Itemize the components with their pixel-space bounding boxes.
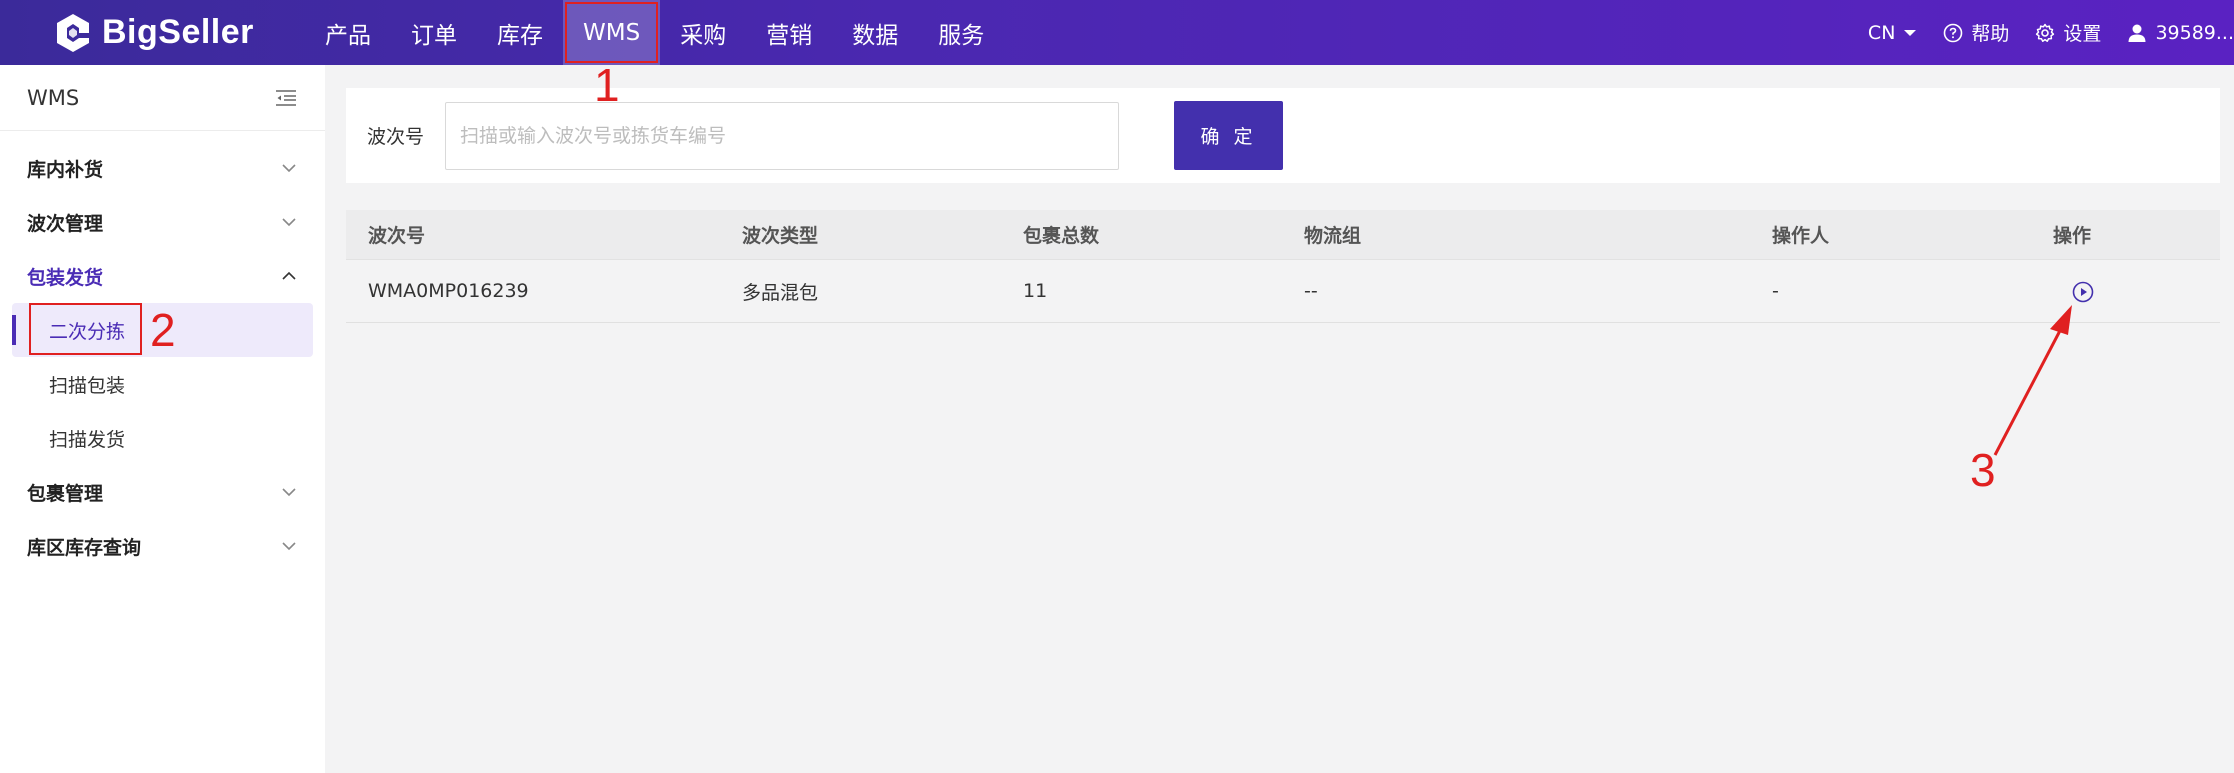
bigseller-logo-icon: [57, 13, 89, 52]
column-header-package-total: 包裹总数: [1023, 225, 1100, 247]
bigseller-logo[interactable]: BigSeller: [52, 10, 254, 55]
column-header-wave-type: 波次类型: [742, 225, 819, 247]
topbar-right: CN 帮助 设置 39589...: [1868, 0, 2234, 65]
sidebar-item-scan-packing[interactable]: 扫描包装: [0, 357, 325, 411]
language-label: CN: [1867, 21, 1896, 44]
user-menu[interactable]: 39589...: [2127, 22, 2234, 44]
column-header-actions: 操作: [2053, 225, 2092, 247]
chevron-down-icon: [282, 542, 296, 551]
table-header: 波次号 波次类型 包裹总数 物流组 操作人 操作: [346, 210, 2220, 260]
annotation-arrow: [1993, 305, 2072, 456]
sidebar-group-zone-stock-query[interactable]: 库区库存查询: [0, 519, 325, 573]
cell-wave-type: 多品混包: [742, 281, 819, 304]
nav-item-orders[interactable]: 订单: [391, 0, 477, 65]
column-header-operator: 操作人: [1772, 225, 1830, 247]
user-icon: [2128, 24, 2146, 42]
wave-search-panel: 波次号 确 定: [346, 88, 2220, 183]
sidebar-group-label: 波次管理: [27, 212, 104, 235]
sidebar-group-label: 包装发货: [27, 266, 104, 289]
annotation-number-1: 1: [594, 59, 620, 111]
nav-item-purchase[interactable]: 采购: [660, 0, 746, 65]
nav-item-inventory[interactable]: 库存: [477, 0, 563, 65]
chevron-down-icon: [282, 488, 296, 497]
wave-table: 波次号 波次类型 包裹总数 物流组 操作人 操作 WMA0MP016239 多品…: [346, 210, 2220, 323]
sidebar-item-scan-shipping[interactable]: 扫描发货: [0, 411, 325, 465]
top-navigation-bar: BigSeller 产品 订单 库存 WMS 采购 营销 数据 服务 CN 帮助: [0, 0, 2234, 65]
sidebar-item-label: 扫描发货: [49, 428, 126, 451]
cell-wave-no: WMA0MP016239: [368, 280, 529, 302]
collapse-menu-icon[interactable]: [275, 89, 297, 107]
annotation-highlight-box: [29, 303, 142, 355]
sidebar: WMS 库内补货 波次管理 包装发货 二次分拣 扫描包装 扫描发货 包裹管理 库…: [0, 65, 325, 773]
main-nav: 产品 订单 库存 WMS 采购 营销 数据 服务: [305, 0, 1004, 65]
wave-number-label: 波次号: [367, 126, 425, 148]
nav-item-marketing[interactable]: 营销: [746, 0, 832, 65]
sidebar-group-package-management[interactable]: 包裹管理: [0, 465, 325, 519]
wave-number-input[interactable]: [445, 102, 1119, 170]
chevron-down-icon: [282, 164, 296, 173]
nav-item-data[interactable]: 数据: [832, 0, 918, 65]
sidebar-title: WMS: [27, 85, 80, 110]
help-label: 帮助: [1971, 23, 2010, 45]
sidebar-group-wave-management[interactable]: 波次管理: [0, 195, 325, 249]
column-header-logistics-group: 物流组: [1304, 225, 1362, 247]
help-icon: [1944, 23, 1963, 42]
column-header-wave-no: 波次号: [368, 225, 426, 247]
chevron-up-icon: [282, 271, 296, 280]
sidebar-group-replenishment[interactable]: 库内补货: [0, 141, 325, 195]
table-row: WMA0MP016239 多品混包 11 -- -: [346, 260, 2220, 323]
annotation-number-2: 2: [150, 304, 176, 356]
caret-down-icon: [1904, 29, 1917, 36]
settings-link[interactable]: 设置: [2035, 19, 2101, 46]
gear-icon: [2036, 23, 2055, 42]
confirm-button[interactable]: 确 定: [1174, 101, 1283, 170]
sidebar-group-label: 库内补货: [27, 158, 104, 181]
nav-item-services[interactable]: 服务: [918, 0, 1004, 65]
cell-package-total: 11: [1023, 280, 1048, 302]
sidebar-group-packing-shipping[interactable]: 包装发货: [0, 249, 325, 303]
sidebar-group-label: 库区库存查询: [27, 536, 142, 559]
user-name: 39589...: [2155, 21, 2234, 44]
settings-label: 设置: [2063, 23, 2102, 45]
help-link[interactable]: 帮助: [1943, 19, 2009, 46]
nav-item-products[interactable]: 产品: [305, 0, 391, 65]
sidebar-group-label: 包裹管理: [27, 482, 104, 505]
cell-logistics-group: --: [1304, 280, 1318, 302]
language-selector[interactable]: CN: [1868, 22, 1917, 44]
chevron-down-icon: [282, 218, 296, 227]
cell-operator: -: [1772, 280, 1779, 302]
sidebar-item-label: 扫描包装: [49, 374, 126, 397]
brand-name: BigSeller: [102, 13, 254, 51]
sidebar-header: WMS: [0, 65, 325, 131]
nav-item-wms[interactable]: WMS: [563, 0, 661, 65]
